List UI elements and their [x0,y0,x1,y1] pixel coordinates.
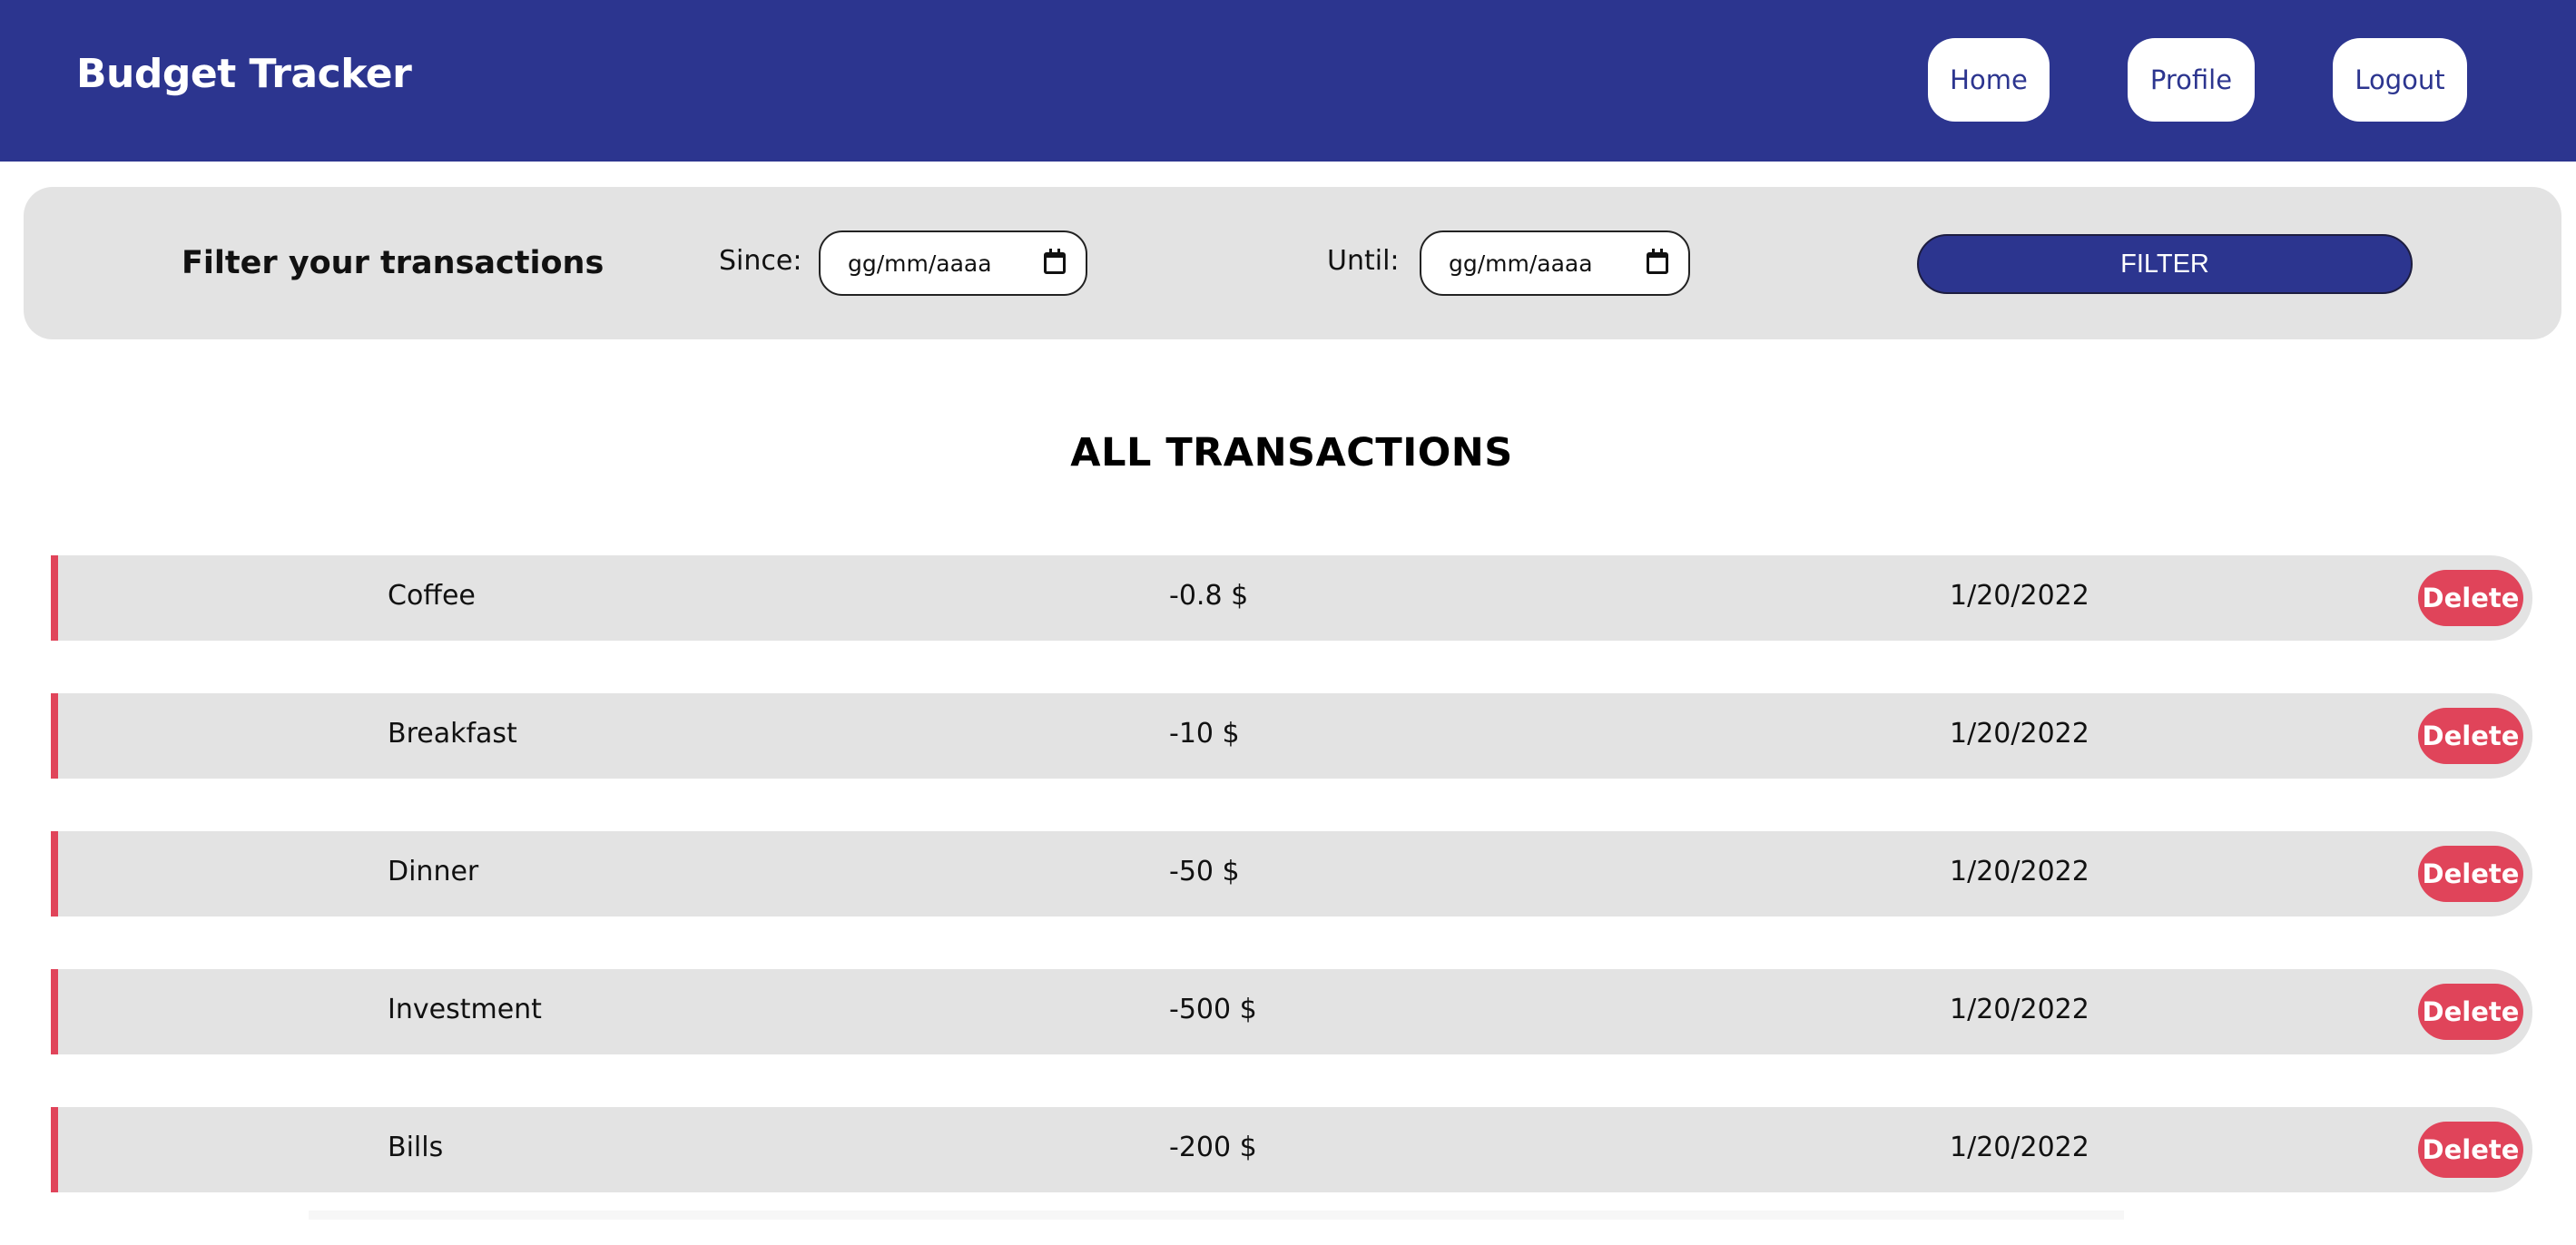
nav-logout-button[interactable]: Logout [2333,38,2467,122]
delete-button[interactable]: Delete [2418,708,2523,764]
until-label: Until: [1327,245,1400,277]
transaction-amount: -200 $ [1169,1132,1257,1163]
delete-button[interactable]: Delete [2418,1122,2523,1178]
transaction-name: Bills [388,1132,444,1163]
transaction-row: Investment -500 $ 1/20/2022 Delete [51,969,2532,1054]
transaction-row: Breakfast -10 $ 1/20/2022 Delete [51,693,2532,779]
until-date-value: gg/mm/aaaa [1449,250,1593,277]
until-date-input[interactable]: gg/mm/aaaa [1420,230,1690,296]
transaction-date: 1/20/2022 [1950,718,2089,750]
since-date-value: gg/mm/aaaa [848,250,992,277]
nav-profile-button[interactable]: Profile [2128,38,2255,122]
transaction-name: Dinner [388,856,479,887]
since-label: Since: [719,245,802,277]
transaction-name: Breakfast [388,718,517,750]
transaction-amount: -500 $ [1169,994,1257,1025]
next-row-edge [309,1211,2124,1220]
delete-button[interactable]: Delete [2418,984,2523,1040]
filter-panel: Filter your transactions Since: gg/mm/aa… [24,187,2561,339]
nav-home-button[interactable]: Home [1928,38,2050,122]
transactions-heading: ALL TRANSACTIONS [1070,430,1513,475]
transaction-name: Investment [388,994,542,1025]
calendar-icon[interactable] [1647,249,1668,274]
filter-button[interactable]: FILTER [1917,234,2413,294]
transaction-row: Bills -200 $ 1/20/2022 Delete [51,1107,2532,1192]
transaction-row: Dinner -50 $ 1/20/2022 Delete [51,831,2532,917]
transaction-amount: -0.8 $ [1169,580,1249,612]
app-brand[interactable]: Budget Tracker [76,51,412,97]
transaction-row: Coffee -0.8 $ 1/20/2022 Delete [51,555,2532,641]
transaction-date: 1/20/2022 [1950,856,2089,887]
filter-title: Filter your transactions [182,245,605,281]
delete-button[interactable]: Delete [2418,570,2523,626]
transaction-date: 1/20/2022 [1950,580,2089,612]
top-navbar: Budget Tracker Home Profile Logout [0,0,2576,162]
transaction-amount: -50 $ [1169,856,1240,887]
since-date-input[interactable]: gg/mm/aaaa [819,230,1087,296]
transaction-date: 1/20/2022 [1950,994,2089,1025]
transaction-list: Coffee -0.8 $ 1/20/2022 Delete Breakfast… [51,555,2532,1245]
transaction-amount: -10 $ [1169,718,1240,750]
delete-button[interactable]: Delete [2418,846,2523,902]
calendar-icon[interactable] [1044,249,1066,274]
transaction-date: 1/20/2022 [1950,1132,2089,1163]
transaction-name: Coffee [388,580,476,612]
